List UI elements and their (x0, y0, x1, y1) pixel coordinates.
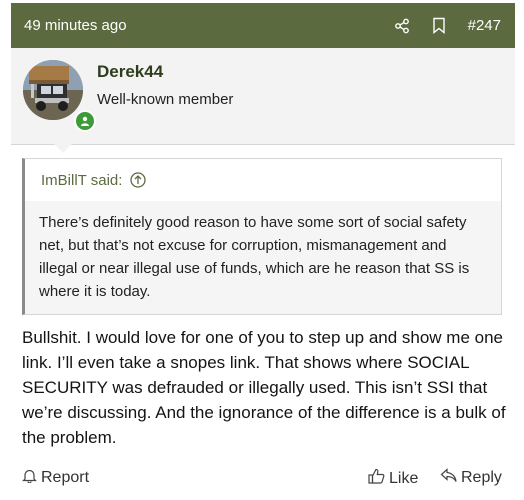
avatar[interactable] (23, 60, 83, 120)
post-message: Bullshit. I would love for one of you to… (22, 328, 506, 447)
bell-icon (22, 468, 37, 488)
report-label: Report (41, 469, 90, 486)
post-actions: Report Like Reply (22, 468, 504, 490)
thumbs-up-icon (368, 468, 385, 489)
post-header: 49 minutes ago #247 (11, 3, 515, 48)
user-panel-arrow (53, 143, 73, 153)
quote-author[interactable]: ImBillT said: (41, 172, 122, 189)
online-status-icon (74, 110, 96, 132)
reply-arrow-icon (440, 468, 457, 488)
post-number-link[interactable]: #247 (468, 17, 501, 34)
quote-text: There’s definitely good reason to have s… (25, 201, 501, 314)
arrow-up-circle-icon[interactable] (130, 172, 147, 188)
post-timestamp[interactable]: 49 minutes ago (24, 17, 127, 34)
like-label: Like (389, 469, 419, 487)
quote-header[interactable]: ImBillT said: (25, 159, 501, 201)
bookmark-icon[interactable] (432, 17, 446, 34)
report-button[interactable]: Report (22, 468, 89, 488)
reply-button[interactable]: Reply (440, 468, 502, 488)
like-button[interactable]: Like (368, 468, 418, 489)
username-link[interactable]: Derek44 (97, 62, 163, 82)
share-icon[interactable] (394, 18, 410, 34)
user-info-panel: Derek44 Well-known member (11, 48, 515, 145)
user-title: Well-known member (97, 91, 234, 108)
reply-label: Reply (461, 469, 502, 486)
quote-block: ImBillT said: There’s definitely good re… (22, 158, 502, 315)
